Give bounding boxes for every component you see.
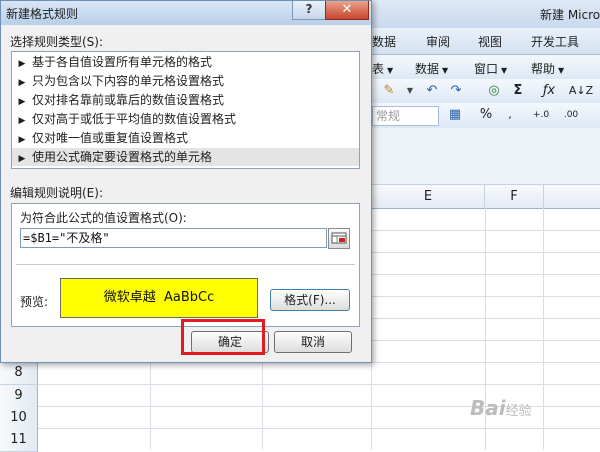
- rule-description-panel: 为符合此公式的值设置格式(O): =$B1="不及格" 预览: 微软卓越 AaB…: [11, 203, 360, 327]
- menu-help[interactable]: 帮助 ▼: [531, 60, 564, 77]
- help-button[interactable]: ?: [292, 1, 326, 20]
- format-button[interactable]: 格式(F)...: [270, 289, 350, 311]
- cancel-button[interactable]: 取消: [274, 331, 352, 353]
- rule-type-item[interactable]: ▶ 仅对高于或低于平均值的数值设置格式: [12, 110, 359, 128]
- number-format-select[interactable]: 常规: [372, 106, 439, 126]
- formula-input[interactable]: =$B1="不及格": [20, 228, 327, 248]
- rule-type-item[interactable]: ▶ 仅对唯一值或重复值设置格式: [12, 129, 359, 147]
- column-header-f[interactable]: F: [485, 185, 544, 208]
- rule-type-item[interactable]: ▶ 仅对排名靠前或靠后的数值设置格式: [12, 91, 359, 109]
- decrease-decimal-icon[interactable]: .00: [558, 106, 584, 124]
- watermark: Bai经验: [470, 396, 532, 420]
- autosum-icon[interactable]: Σ: [508, 82, 528, 100]
- play-icon: ▶: [18, 78, 26, 88]
- currency-icon[interactable]: ▦: [446, 106, 464, 124]
- column-header-g[interactable]: [544, 185, 600, 208]
- tab-developer[interactable]: 开发工具: [531, 33, 579, 50]
- percent-icon[interactable]: %: [477, 106, 495, 124]
- gridline: [543, 208, 544, 450]
- tab-view[interactable]: 视图: [478, 33, 502, 50]
- rule-type-label: 选择规则类型(S):: [10, 35, 104, 49]
- menu-window[interactable]: 窗口 ▼: [474, 60, 507, 77]
- gridline: [38, 428, 600, 429]
- sort-icon[interactable]: A↓Z: [568, 82, 594, 100]
- format-painter-icon[interactable]: ✎: [378, 82, 400, 100]
- range-picker-button[interactable]: [328, 228, 350, 249]
- play-icon: ▶: [18, 59, 26, 69]
- rule-type-list[interactable]: ▶ 基于各自值设置所有单元格的格式 ▶ 只为包含以下内容的单元格设置格式 ▶ 仅对排名…: [11, 51, 360, 169]
- function-icon[interactable]: ƒx: [538, 82, 560, 100]
- comma-style-icon[interactable]: ,: [500, 106, 520, 124]
- formula-label: 为符合此公式的值设置格式(O):: [20, 211, 187, 225]
- gridline: [38, 384, 600, 385]
- row-header-10[interactable]: 10: [0, 407, 38, 430]
- play-icon: ▶: [18, 97, 26, 107]
- range-picker-icon: [331, 232, 347, 244]
- dialog-title: 新建格式规则: [6, 7, 79, 21]
- row-header-11[interactable]: 11: [0, 429, 38, 452]
- tab-review[interactable]: 审阅: [426, 33, 450, 50]
- row-header-8[interactable]: 8: [0, 362, 38, 385]
- menu-table[interactable]: 表 ▼: [372, 60, 393, 77]
- hyperlink-icon[interactable]: ◎: [484, 82, 504, 100]
- dialog-titlebar[interactable]: 新建格式规则 ? ✕: [1, 1, 371, 25]
- rule-type-item[interactable]: ▶ 只为包含以下内容的单元格设置格式: [12, 72, 359, 90]
- tab-data[interactable]: 数据: [372, 33, 396, 50]
- undo-icon[interactable]: ↶: [422, 82, 442, 100]
- preview-label: 预览:: [20, 295, 49, 309]
- edit-description-label: 编辑规则说明(E):: [10, 186, 103, 200]
- rule-type-item[interactable]: ▶ 基于各自值设置所有单元格的格式: [12, 53, 359, 71]
- play-icon: ▶: [18, 116, 26, 126]
- ok-button-highlight: [181, 319, 265, 355]
- format-preview: 微软卓越 AaBbCc: [60, 278, 258, 318]
- close-button[interactable]: ✕: [325, 1, 369, 20]
- row-header-9[interactable]: 9: [0, 385, 38, 408]
- rule-type-item-selected[interactable]: ▶ 使用公式确定要设置格式的单元格: [12, 148, 359, 166]
- play-icon: ▶: [18, 154, 26, 164]
- divider: [16, 264, 355, 265]
- redo-icon[interactable]: ↷: [446, 82, 466, 100]
- column-header-e[interactable]: E: [372, 185, 485, 208]
- chevron-down-icon[interactable]: ▼: [404, 82, 416, 100]
- new-format-rule-dialog: 新建格式规则 ? ✕ 选择规则类型(S): ▶ 基于各自值设置所有单元格的格式 ▶…: [0, 0, 372, 363]
- play-icon: ▶: [18, 135, 26, 145]
- increase-decimal-icon[interactable]: +.0: [528, 106, 554, 124]
- excel-window-title: 新建 Micro: [540, 8, 600, 22]
- menu-data[interactable]: 数据 ▼: [415, 60, 448, 77]
